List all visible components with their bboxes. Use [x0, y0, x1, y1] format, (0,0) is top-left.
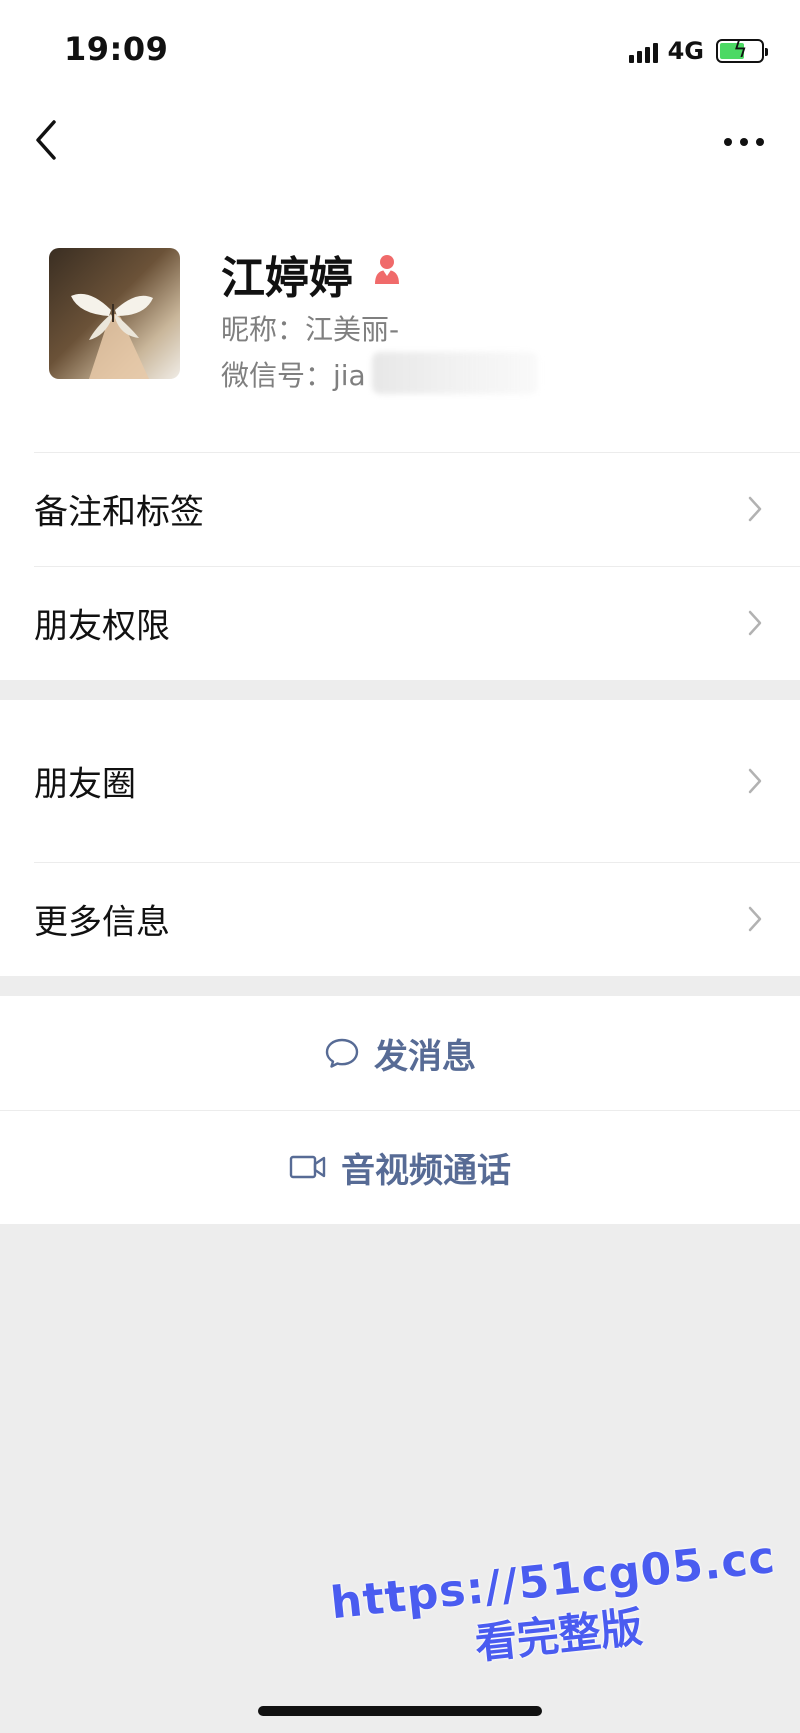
profile-name: 江婷婷 [221, 253, 353, 304]
voice-video-call-button[interactable]: 音视频通话 [0, 1110, 800, 1224]
home-indicator [258, 1706, 542, 1716]
menu-item-moments[interactable]: 朋友圈 [0, 700, 800, 862]
video-camera-icon [289, 1155, 326, 1179]
status-time: 19:09 [64, 30, 169, 68]
send-message-label: 发消息 [374, 1036, 476, 1077]
section-gap [0, 976, 800, 996]
menu-item-friend-permissions[interactable]: 朋友权限 [0, 566, 800, 680]
profile-header: 江婷婷 昵称：江美丽- 微信号：jia [0, 182, 800, 452]
status-bar: 19:09 4G ϟ [0, 0, 800, 100]
watermark: https://51cg05.cc 看完整版 [322, 1531, 791, 1686]
profile-wechat-id: 微信号：jia [221, 359, 366, 392]
redaction-blur [372, 352, 538, 394]
battery-icon: ϟ [716, 39, 768, 63]
divider [34, 452, 800, 453]
menu-group-1: 备注和标签 朋友权限 [0, 452, 800, 680]
ellipsis-icon[interactable] [718, 122, 770, 162]
signal-icon [628, 39, 658, 63]
menu-item-more-info[interactable]: 更多信息 [0, 862, 800, 976]
divider [0, 1110, 800, 1111]
chat-bubble-icon [325, 1038, 359, 1068]
chevron-right-icon [748, 768, 762, 794]
chevron-right-icon [748, 496, 762, 522]
send-message-button[interactable]: 发消息 [0, 996, 800, 1110]
avatar[interactable] [49, 248, 180, 379]
section-gap [0, 680, 800, 700]
chevron-left-icon[interactable] [28, 114, 68, 166]
top-area: 19:09 4G ϟ 江婷婷 昵称：江美丽- 微信号：jia 备注和标签 朋友权… [0, 0, 800, 680]
butterfly-photo-icon [71, 293, 153, 379]
divider [34, 862, 800, 863]
female-icon [375, 255, 399, 284]
menu-group-2: 朋友圈 更多信息 [0, 700, 800, 976]
network-type: 4G [667, 37, 704, 65]
divider [34, 566, 800, 567]
menu-item-label: 备注和标签 [34, 492, 204, 533]
nav-bar [0, 100, 800, 182]
chevron-right-icon [748, 906, 762, 932]
status-indicators: 4G ϟ [628, 36, 768, 66]
menu-item-label: 朋友圈 [34, 764, 136, 805]
profile-nickname: 昵称：江美丽- [221, 313, 400, 346]
chevron-right-icon [748, 610, 762, 636]
action-group: 发消息 音视频通话 [0, 996, 800, 1224]
menu-item-label: 朋友权限 [34, 606, 170, 647]
voice-video-call-label: 音视频通话 [341, 1150, 511, 1191]
menu-item-remark-tags[interactable]: 备注和标签 [0, 452, 800, 566]
menu-item-label: 更多信息 [34, 902, 170, 943]
